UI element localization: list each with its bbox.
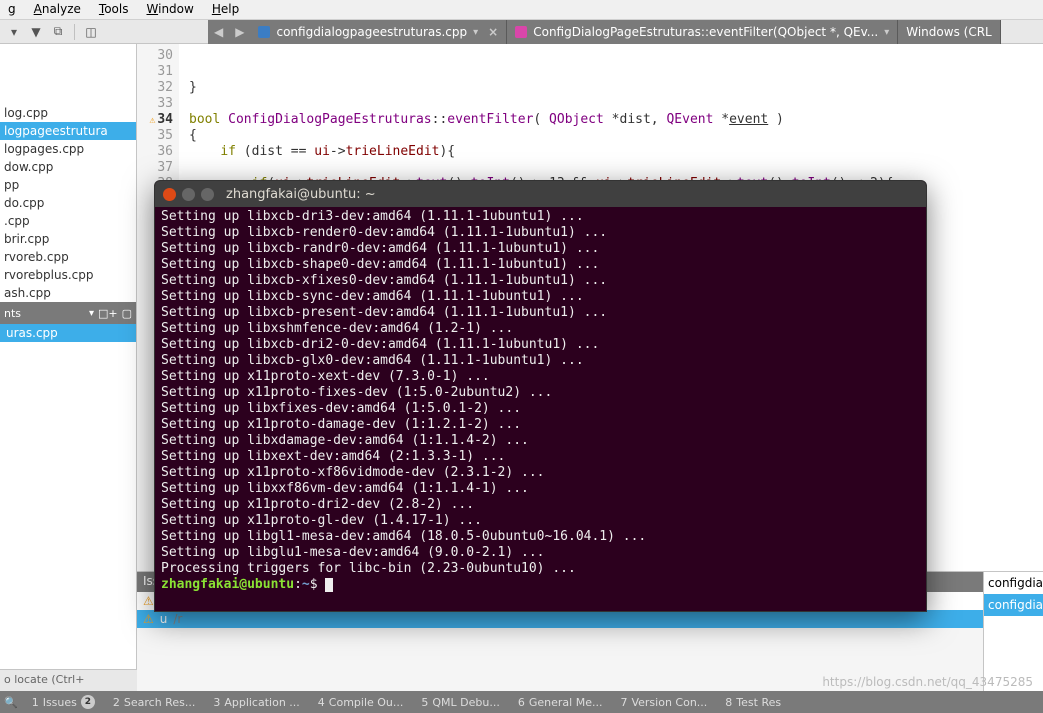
close-icon[interactable]: × — [488, 25, 498, 39]
menu-item[interactable]: Tools — [99, 2, 129, 17]
window-close-button[interactable] — [163, 188, 176, 201]
dropdown-icon[interactable]: ▾ — [6, 24, 22, 40]
terminal-line: Setting up x11proto-gl-dev (1.4.17-1) ..… — [161, 513, 920, 529]
terminal-body[interactable]: Setting up libxcb-dri3-dev:amd64 (1.11.1… — [155, 207, 926, 595]
tab-file-label: configdialogpageestruturas.cpp — [276, 25, 467, 39]
cpp-file-icon — [258, 26, 270, 38]
watermark: https://blog.csdn.net/qq_43475285 — [822, 675, 1033, 689]
menu-item[interactable]: Analyze — [34, 2, 81, 17]
tab-file[interactable]: configdialogpageestruturas.cpp ▾ × — [250, 20, 507, 44]
terminal-line: Setting up libxcb-xfixes0-dev:amd64 (1.1… — [161, 273, 920, 289]
search-icon[interactable]: 🔍 — [4, 696, 18, 709]
terminal-line: Setting up x11proto-xext-dev (7.3.0-1) .… — [161, 369, 920, 385]
open-documents-header[interactable]: nts ▾ □+ ▢ — [0, 302, 136, 324]
menu-bar: g Analyze Tools Window Help — [0, 0, 1043, 20]
nav-forward-icon[interactable]: ▶ — [229, 25, 250, 39]
open-docs-header-label: nts — [4, 307, 21, 320]
window-minimize-button[interactable] — [182, 188, 195, 201]
terminal-line: Setting up libxcb-dri3-dev:amd64 (1.11.1… — [161, 209, 920, 225]
tab-encoding[interactable]: Windows (CRL — [898, 20, 1000, 44]
menu-item[interactable]: Help — [212, 2, 239, 17]
file-list-item[interactable]: brir.cpp — [0, 230, 136, 248]
bottom-tab[interactable]: 5 QML Debu... — [417, 696, 503, 709]
split-icon[interactable]: ◫ — [83, 24, 99, 40]
tab-function-label: ConfigDialogPageEstruturas::eventFilter(… — [533, 25, 878, 39]
bottom-tab[interactable]: 2 Search Res... — [109, 696, 199, 709]
project-sidebar: log.cpplogpageestruturalogpages.cppdow.c… — [0, 44, 137, 691]
link-icon[interactable]: ⧉ — [50, 24, 66, 40]
open-documents-list: uras.cpp — [0, 324, 136, 691]
terminal-line: Setting up libxcb-render0-dev:amd64 (1.1… — [161, 225, 920, 241]
terminal-line: Setting up libxcb-randr0-dev:amd64 (1.11… — [161, 241, 920, 257]
file-list-item[interactable]: do.cpp — [0, 194, 136, 212]
terminal-line: Setting up x11proto-dri2-dev (2.8-2) ... — [161, 497, 920, 513]
terminal-line: Setting up libxext-dev:amd64 (2:1.3.3-1)… — [161, 449, 920, 465]
terminal-line: Setting up libxxf86vm-dev:amd64 (1:1.1.4… — [161, 481, 920, 497]
terminal-line: Setting up libxcb-present-dev:amd64 (1.1… — [161, 305, 920, 321]
file-list-item[interactable]: log.cpp — [0, 104, 136, 122]
locate-input[interactable]: o locate (Ctrl+ — [0, 669, 137, 691]
chevron-down-icon[interactable]: ▾ — [473, 27, 478, 38]
terminal-line: Setting up libglu1-mesa-dev:amd64 (9.0.0… — [161, 545, 920, 561]
terminal-line: Processing triggers for libc-bin (2.23-0… — [161, 561, 920, 577]
terminal-line: Setting up libgl1-mesa-dev:amd64 (18.0.5… — [161, 529, 920, 545]
menu-item[interactable]: Window — [147, 2, 194, 17]
editor-tab-bar: ◀ ▶ configdialogpageestruturas.cpp ▾ × C… — [208, 20, 1001, 44]
bottom-tab[interactable]: 1 Issues 2 — [28, 695, 99, 709]
terminal-line: Setting up x11proto-fixes-dev (1:5.0-2ub… — [161, 385, 920, 401]
bottom-tab[interactable]: 6 General Me... — [514, 696, 607, 709]
badge: 2 — [81, 695, 95, 709]
file-list-item[interactable]: pp — [0, 176, 136, 194]
tab-function[interactable]: ConfigDialogPageEstruturas::eventFilter(… — [507, 20, 898, 44]
file-list-item[interactable]: rvorebplus.cpp — [0, 266, 136, 284]
menu-item-partial[interactable]: g — [8, 2, 16, 17]
terminal-line: Setting up libxshmfence-dev:amd64 (1.2-1… — [161, 321, 920, 337]
terminal-line: Setting up libxcb-glx0-dev:amd64 (1.11.1… — [161, 353, 920, 369]
nav-back-icon[interactable]: ◀ — [208, 25, 229, 39]
file-list-item[interactable]: logpages.cpp — [0, 140, 136, 158]
issue-file-label[interactable]: configdia — [984, 572, 1043, 594]
split-icon[interactable]: □+ — [98, 307, 118, 320]
terminal-line: Setting up x11proto-xf86vidmode-dev (2.3… — [161, 465, 920, 481]
terminal-line: Setting up libxcb-dri2-0-dev:amd64 (1.11… — [161, 337, 920, 353]
chevron-down-icon[interactable]: ▾ — [884, 27, 889, 38]
terminal-line: Setting up libxdamage-dev:amd64 (1:1.1.4… — [161, 433, 920, 449]
bottom-tab[interactable]: 7 Version Con... — [616, 696, 711, 709]
close-panel-icon[interactable]: ▢ — [122, 307, 132, 320]
warning-icon: ⚠ — [143, 594, 154, 608]
tab-encoding-label: Windows (CRL — [906, 25, 991, 39]
issue-row[interactable]: ⚠ u /r — [137, 610, 983, 628]
file-list-item[interactable]: logpageestrutura — [0, 122, 136, 140]
issue-file-label[interactable]: configdia — [984, 594, 1043, 616]
file-list-item[interactable]: dow.cpp — [0, 158, 136, 176]
bottom-tab-bar: 🔍 1 Issues 2 2 Search Res... 3 Application … — [0, 691, 1043, 713]
terminal-title-bar[interactable]: zhangfakai@ubuntu: ~ — [155, 181, 926, 207]
terminal-cursor — [325, 578, 333, 592]
bottom-tab[interactable]: 3 Application ... — [209, 696, 303, 709]
terminal-window[interactable]: zhangfakai@ubuntu: ~ Setting up libxcb-d… — [154, 180, 927, 612]
locate-placeholder: o locate (Ctrl+ — [4, 673, 84, 686]
terminal-line: Setting up libxfixes-dev:amd64 (1:5.0.1-… — [161, 401, 920, 417]
bottom-tab[interactable]: 8 Test Res — [721, 696, 785, 709]
file-list-item[interactable]: rvoreb.cpp — [0, 248, 136, 266]
bottom-tab[interactable]: 4 Compile Ou... — [314, 696, 408, 709]
function-icon — [515, 26, 527, 38]
terminal-title: zhangfakai@ubuntu: ~ — [226, 187, 376, 202]
terminal-line: Setting up x11proto-damage-dev (1:1.2.1-… — [161, 417, 920, 433]
file-list-item[interactable]: .cpp — [0, 212, 136, 230]
filter-icon[interactable]: ▼ — [28, 24, 44, 40]
open-document-item[interactable]: uras.cpp — [0, 324, 136, 342]
chevron-down-icon[interactable]: ▾ — [89, 308, 94, 319]
file-list: log.cpplogpageestruturalogpages.cppdow.c… — [0, 44, 136, 302]
file-list-item[interactable]: ash.cpp — [0, 284, 136, 302]
window-maximize-button[interactable] — [201, 188, 214, 201]
terminal-line: Setting up libxcb-shape0-dev:amd64 (1.11… — [161, 257, 920, 273]
terminal-line: Setting up libxcb-sync-dev:amd64 (1.11.1… — [161, 289, 920, 305]
issues-file-column: configdiaconfigdia — [983, 572, 1043, 691]
terminal-prompt[interactable]: zhangfakai@ubuntu:~$ — [161, 577, 920, 593]
warning-icon: ⚠ — [143, 612, 154, 626]
